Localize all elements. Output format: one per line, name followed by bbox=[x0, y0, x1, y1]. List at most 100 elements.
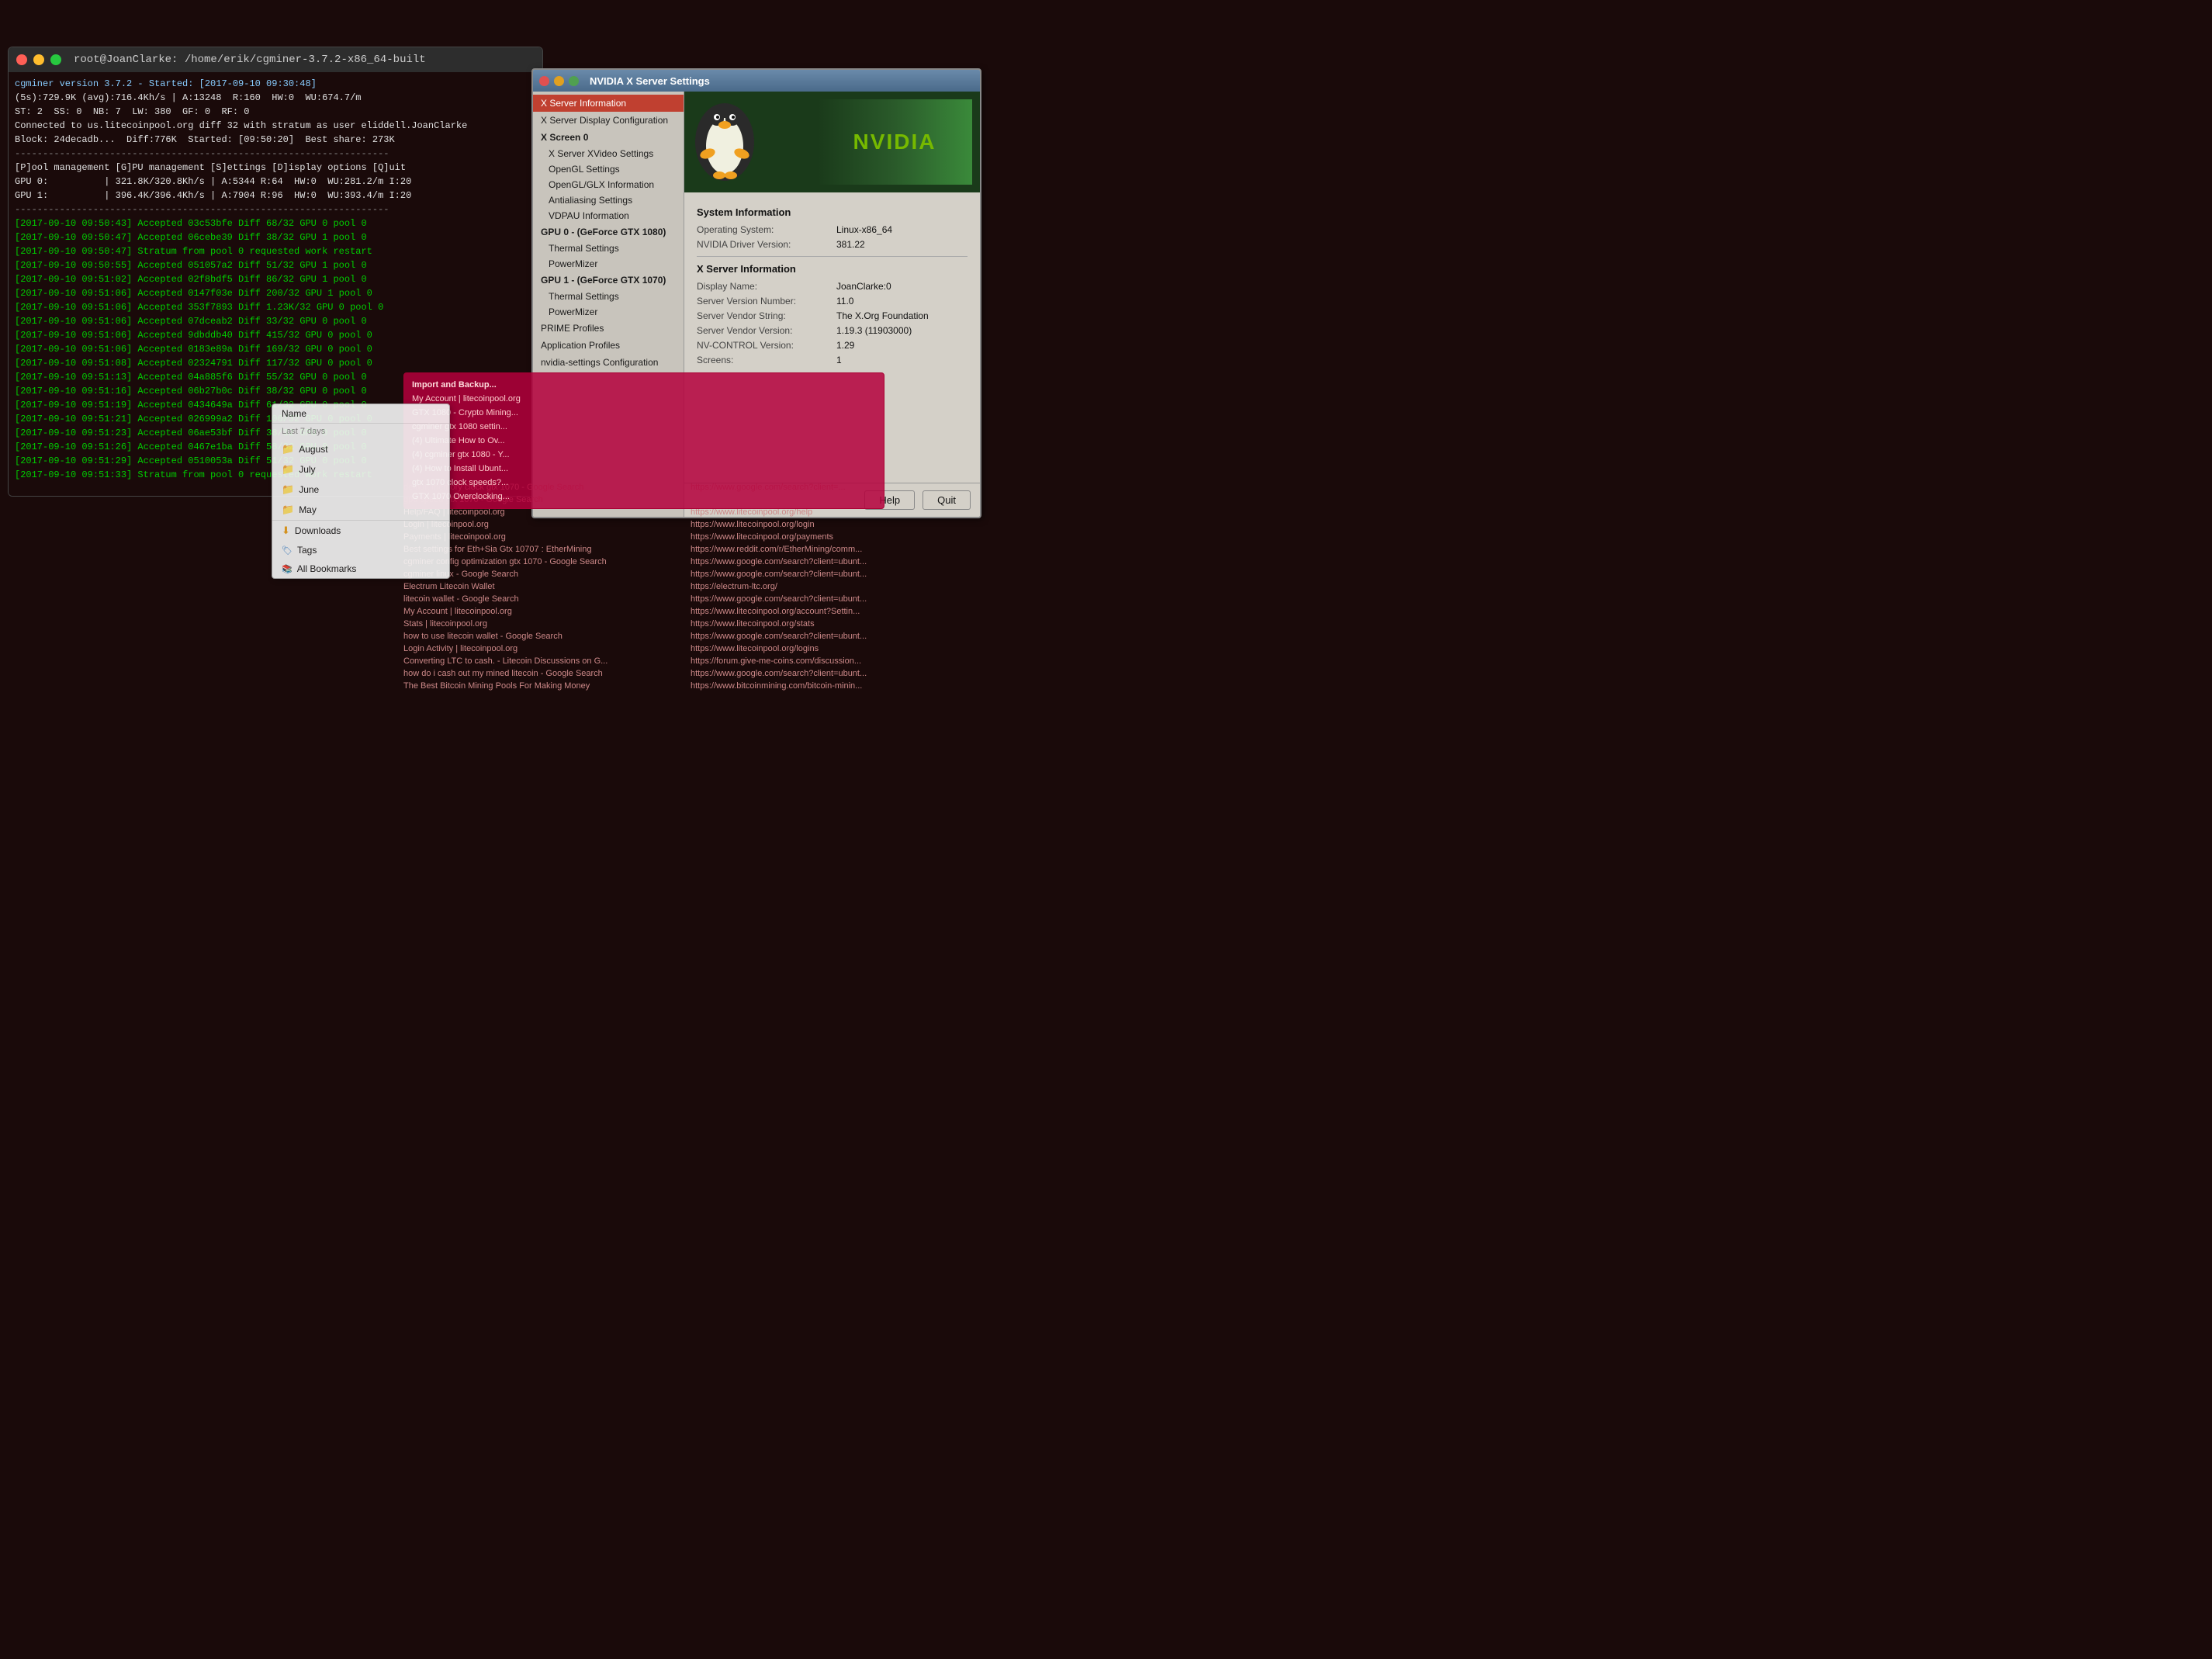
server-version-label: Server Version Number: bbox=[697, 296, 836, 307]
bottom-history-title-11[interactable]: Stats | litecoinpool.org bbox=[403, 619, 691, 629]
nvidia-logo-banner: NVIDIA bbox=[817, 99, 972, 185]
history-item-7[interactable]: GTX 1070 Overclocking... bbox=[404, 490, 884, 504]
bm-tags[interactable]: 🏷 Tags bbox=[272, 541, 449, 559]
nvidia-sidebar-item-prime-profiles[interactable]: PRIME Profiles bbox=[533, 320, 684, 337]
bottom-history-title-14[interactable]: Converting LTC to cash. - Litecoin Discu… bbox=[403, 656, 691, 666]
terminal-close-button[interactable] bbox=[16, 54, 27, 65]
terminal-line-7: GPU 0: | 321.8K/320.8Kh/s | A:5344 R:64 … bbox=[15, 175, 536, 189]
folder-icon: 📁 bbox=[282, 443, 294, 455]
bottom-history-url-11: https://www.litecoinpool.org/stats bbox=[691, 619, 1156, 629]
system-info-title: System Information bbox=[697, 206, 968, 218]
bm-tags-label: Tags bbox=[297, 545, 317, 556]
history-item-3[interactable]: (4) Ultimate How to Ov... bbox=[404, 434, 884, 448]
bottom-history-row-4: Payments | litecoinpool.orghttps://www.l… bbox=[403, 531, 1490, 543]
os-value: Linux-x86_64 bbox=[836, 224, 892, 235]
bottom-history-url-6: https://www.google.com/search?client=ubu… bbox=[691, 557, 1156, 566]
nvidia-close-button[interactable] bbox=[539, 76, 549, 86]
nvidia-sidebar-item-gpu1-powermizer[interactable]: PowerMizer bbox=[533, 304, 684, 320]
history-item-6[interactable]: gtx 1070 clock speeds?... bbox=[404, 476, 884, 490]
bottom-history-row-9: litecoin wallet - Google Searchhttps://w… bbox=[403, 593, 1490, 605]
nvidia-logo-text: NVIDIA bbox=[853, 130, 936, 154]
os-label: Operating System: bbox=[697, 224, 836, 235]
nvidia-minimize-button[interactable] bbox=[554, 76, 564, 86]
bottom-history-url-15: https://www.google.com/search?client=ubu… bbox=[691, 669, 1156, 678]
bm-june[interactable]: 📁 June bbox=[272, 480, 449, 500]
all-bm-icon: 📚 bbox=[282, 564, 293, 574]
nvidia-maximize-button[interactable] bbox=[569, 76, 579, 86]
server-vendor-row: Server Vendor String: The X.Org Foundati… bbox=[697, 310, 968, 321]
terminal-line-16: [2017-09-10 09:51:06] Accepted 353f7893 … bbox=[15, 300, 536, 314]
bottom-history-row-13: Login Activity | litecoinpool.orghttps:/… bbox=[403, 642, 1490, 655]
history-item-1[interactable]: GTX 1080 - Crypto Mining... bbox=[404, 406, 884, 420]
screens-value: 1 bbox=[836, 355, 842, 365]
terminal-line-2: ST: 2 SS: 0 NB: 7 LW: 380 GF: 0 RF: 0 bbox=[15, 105, 536, 119]
xserver-info-title: X Server Information bbox=[697, 263, 968, 275]
bottom-history-url-4: https://www.litecoinpool.org/payments bbox=[691, 532, 1156, 542]
terminal-line-0: cgminer version 3.7.2 - Started: [2017-0… bbox=[15, 77, 536, 91]
bottom-history-title-13[interactable]: Login Activity | litecoinpool.org bbox=[403, 644, 691, 653]
nvidia-sidebar-item-nvidia-settings-config[interactable]: nvidia-settings Configuration bbox=[533, 354, 684, 371]
terminal-line-18: [2017-09-10 09:51:06] Accepted 9dbddb40 … bbox=[15, 328, 536, 342]
history-item-2[interactable]: cgminer gtx 1080 settin... bbox=[404, 420, 884, 434]
driver-label: NVIDIA Driver Version: bbox=[697, 239, 836, 250]
bm-all-label: All Bookmarks bbox=[297, 563, 357, 574]
bottom-history-row-10: My Account | litecoinpool.orghttps://www… bbox=[403, 605, 1490, 618]
terminal-line-1: (5s):729.9K (avg):716.4Kh/s | A:13248 R:… bbox=[15, 91, 536, 105]
history-item-5[interactable]: (4) How to Install Ubunt... bbox=[404, 462, 884, 476]
server-version-value: 11.0 bbox=[836, 296, 853, 307]
terminal-maximize-button[interactable] bbox=[50, 54, 61, 65]
bm-june-label: June bbox=[299, 484, 319, 495]
bottom-history-row-14: Converting LTC to cash. - Litecoin Discu… bbox=[403, 655, 1490, 667]
nvidia-sidebar-item-opengl-settings[interactable]: OpenGL Settings bbox=[533, 161, 684, 177]
bm-august-label: August bbox=[299, 444, 327, 455]
bm-may[interactable]: 📁 May bbox=[272, 500, 449, 520]
bm-july[interactable]: 📁 July bbox=[272, 459, 449, 480]
divider bbox=[697, 256, 968, 257]
screens-label: Screens: bbox=[697, 355, 836, 365]
bottom-history-url-8: https://electrum-ltc.org/ bbox=[691, 582, 1156, 591]
nvidia-sidebar-item-gpu1-section[interactable]: GPU 1 - (GeForce GTX 1070) bbox=[533, 272, 684, 289]
nvidia-sidebar-item-x-video-settings[interactable]: X Server XVideo Settings bbox=[533, 146, 684, 161]
bm-downloads-label: Downloads bbox=[295, 525, 341, 536]
bottom-history-title-9[interactable]: litecoin wallet - Google Search bbox=[403, 594, 691, 604]
bottom-history-row-11: Stats | litecoinpool.orghttps://www.lite… bbox=[403, 618, 1490, 630]
nvidia-sidebar-item-x-screen-0[interactable]: X Screen 0 bbox=[533, 129, 684, 146]
terminal-line-20: [2017-09-10 09:51:08] Accepted 02324791 … bbox=[15, 356, 536, 370]
history-item-0[interactable]: My Account | litecoinpool.org bbox=[404, 392, 884, 406]
bottom-history-url-7: https://www.google.com/search?client=ubu… bbox=[691, 570, 1156, 579]
bottom-history-row-8: Electrum Litecoin Wallethttps://electrum… bbox=[403, 580, 1490, 593]
nvidia-sidebar-item-x-server-info[interactable]: X Server Information bbox=[533, 95, 684, 112]
os-row: Operating System: Linux-x86_64 bbox=[697, 224, 968, 235]
server-vendor-label: Server Vendor String: bbox=[697, 310, 836, 321]
bottom-history-url-3: https://www.litecoinpool.org/login bbox=[691, 520, 1156, 529]
bm-may-label: May bbox=[299, 504, 317, 515]
nvidia-sidebar-item-gpu0-thermal[interactable]: Thermal Settings bbox=[533, 241, 684, 256]
bookmarks-panel: Name Last 7 days 📁 August 📁 July 📁 June … bbox=[272, 403, 450, 579]
bottom-history-title-12[interactable]: how to use litecoin wallet - Google Sear… bbox=[403, 632, 691, 641]
bottom-history-title-8[interactable]: Electrum Litecoin Wallet bbox=[403, 582, 691, 591]
bm-downloads[interactable]: ⬇ Downloads bbox=[272, 521, 449, 541]
terminal-line-5: ----------------------------------------… bbox=[15, 147, 536, 161]
import-backup-item[interactable]: Import and Backup... bbox=[404, 378, 884, 392]
nvidia-sidebar-item-gpu0-powermizer[interactable]: PowerMizer bbox=[533, 256, 684, 272]
nvidia-sidebar-item-gpu0-section[interactable]: GPU 0 - (GeForce GTX 1080) bbox=[533, 223, 684, 241]
history-item-4[interactable]: (4) cgminer gtx 1080 - Y... bbox=[404, 448, 884, 462]
terminal-line-9: ----------------------------------------… bbox=[15, 203, 536, 216]
bottom-history-row-16: The Best Bitcoin Mining Pools For Making… bbox=[403, 680, 1490, 692]
nvidia-sidebar-item-x-server-display[interactable]: X Server Display Configuration bbox=[533, 112, 684, 129]
terminal-line-3: Connected to us.litecoinpool.org diff 32… bbox=[15, 119, 536, 133]
bottom-history-title-16[interactable]: The Best Bitcoin Mining Pools For Making… bbox=[403, 681, 691, 691]
terminal-minimize-button[interactable] bbox=[33, 54, 44, 65]
bm-july-label: July bbox=[299, 464, 315, 475]
bottom-history-title-15[interactable]: how do i cash out my mined litecoin - Go… bbox=[403, 669, 691, 678]
nvidia-sidebar-item-antialiasing[interactable]: Antialiasing Settings bbox=[533, 192, 684, 208]
bm-august[interactable]: 📁 August bbox=[272, 439, 449, 459]
folder-icon-3: 📁 bbox=[282, 483, 294, 496]
bm-all-bookmarks[interactable]: 📚 All Bookmarks bbox=[272, 559, 449, 578]
terminal-line-4: Block: 24decadb... Diff:776K Started: [0… bbox=[15, 133, 536, 147]
nvidia-sidebar-item-gpu1-thermal[interactable]: Thermal Settings bbox=[533, 289, 684, 304]
nvidia-sidebar-item-vdpau-info[interactable]: VDPAU Information bbox=[533, 208, 684, 223]
nvidia-sidebar-item-opengl-glx-info[interactable]: OpenGL/GLX Information bbox=[533, 177, 684, 192]
nvidia-sidebar-item-app-profiles[interactable]: Application Profiles bbox=[533, 337, 684, 354]
bottom-history-title-10[interactable]: My Account | litecoinpool.org bbox=[403, 607, 691, 616]
